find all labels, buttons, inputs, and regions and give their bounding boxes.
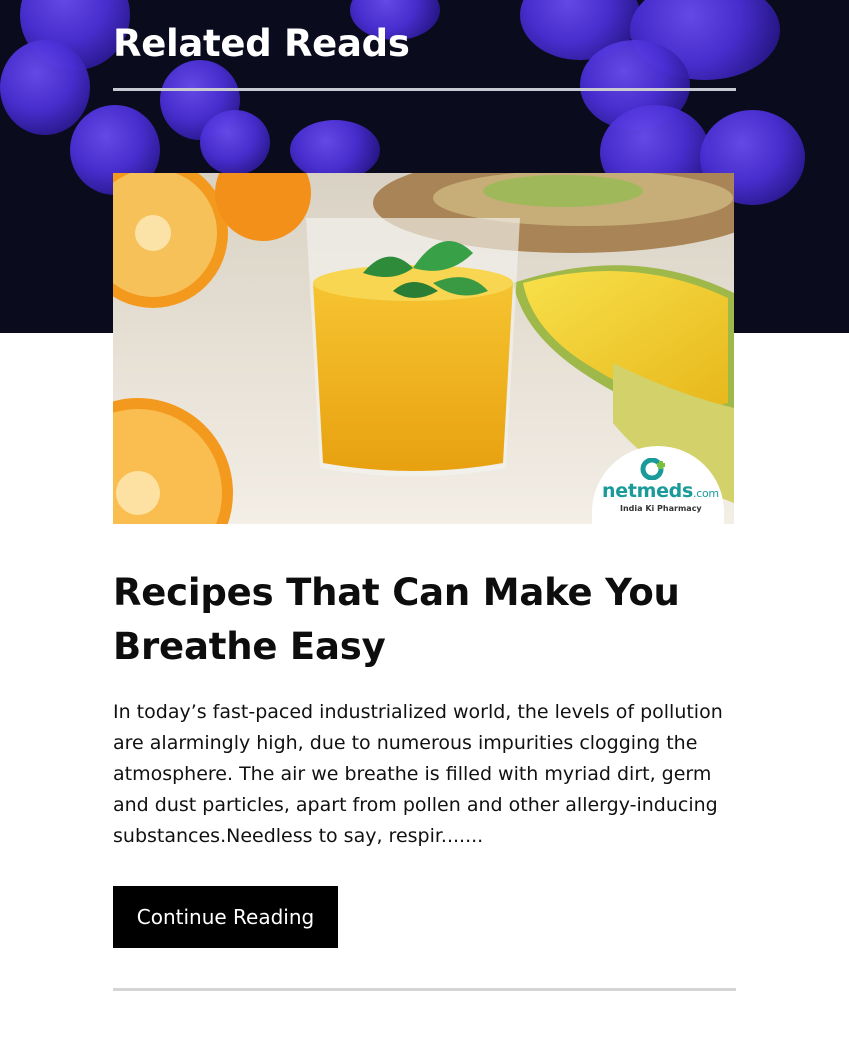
- title-divider: [113, 88, 736, 91]
- netmeds-cross-icon: [640, 458, 665, 480]
- decorative-blob: [0, 40, 90, 135]
- article-title[interactable]: Recipes That Can Make You Breathe Easy: [113, 566, 753, 674]
- bottom-divider: [113, 988, 736, 991]
- decorative-blob: [200, 110, 270, 175]
- article-excerpt: In today’s fast-paced industrialized wor…: [113, 701, 723, 847]
- logo-brand: netmeds.com: [602, 480, 719, 502]
- article-image[interactable]: netmeds.com India Ki Pharmacy: [113, 173, 734, 524]
- logo-tagline: India Ki Pharmacy: [620, 504, 702, 513]
- decorative-blob: [290, 120, 380, 180]
- section-title: Related Reads: [113, 22, 410, 65]
- continue-reading-button[interactable]: Continue Reading: [113, 886, 338, 948]
